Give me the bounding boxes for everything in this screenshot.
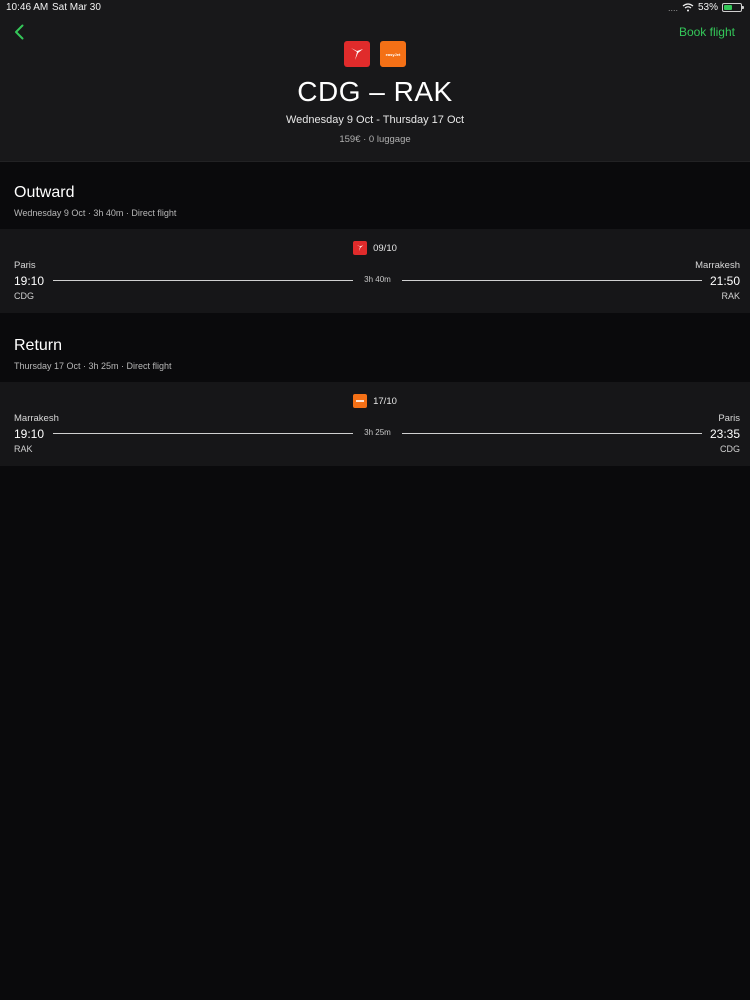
outward-subtitle: Wednesday 9 Oct · 3h 40m · Direct flight <box>14 208 177 218</box>
chevron-left-icon <box>15 24 24 40</box>
flight-detail-screen: Book flight easyJet CDG – RAK Wednesday … <box>0 0 750 1000</box>
return-title: Return <box>14 337 63 354</box>
battery-fill <box>724 5 732 10</box>
status-date: Sat Mar 30 <box>52 2 101 13</box>
outward-flight-card[interactable]: 09/10 Paris Marrakesh 19:10 3h 40m 21:50… <box>0 229 750 313</box>
wifi-icon <box>682 3 694 12</box>
easyjet-logo-text: easyJet <box>385 51 401 57</box>
airline-logo-orange <box>353 394 368 408</box>
departure-city: Paris <box>14 260 36 271</box>
route-line <box>53 280 353 281</box>
book-flight-button[interactable]: Book flight <box>679 25 735 39</box>
page-title: CDG – RAK <box>297 76 453 107</box>
route-line <box>402 280 702 281</box>
status-indicators: .... 53% <box>667 2 744 13</box>
signal-icon: .... <box>667 2 678 13</box>
arrival-city: Paris <box>718 413 740 424</box>
flight-duration: 3h 40m <box>364 275 391 284</box>
flight-date: 17/10 <box>373 395 397 407</box>
flight-date: 09/10 <box>373 242 397 254</box>
departure-city: Marrakesh <box>14 413 59 424</box>
trip-dates: Wednesday 9 Oct - Thursday 17 Oct <box>285 114 465 126</box>
battery-percent: 53% <box>697 2 718 13</box>
airline-logo-red <box>344 41 370 67</box>
flight-duration: 3h 25m <box>364 428 391 437</box>
airline-logo-orange: easyJet <box>380 41 406 67</box>
trip-price-luggage: 159€ · 0 luggage <box>339 134 411 145</box>
return-flight-card[interactable]: 17/10 Marrakesh Paris 19:10 3h 25m 23:35… <box>0 382 750 466</box>
status-bar: 10:46 AM Sat Mar 30 .... 53% <box>0 0 750 16</box>
arrival-time: 23:35 <box>709 427 740 441</box>
return-subtitle: Thursday 17 Oct · 3h 25m · Direct flight <box>14 361 172 371</box>
route-line <box>402 433 702 434</box>
departure-time: 19:10 <box>14 427 45 441</box>
airline-logo-red <box>353 241 368 255</box>
arrival-time: 21:50 <box>709 274 740 288</box>
battery-icon <box>722 3 744 12</box>
departure-time: 19:10 <box>14 274 45 288</box>
bird-icon <box>356 244 364 252</box>
flight-card-header: 09/10 <box>0 241 750 255</box>
back-button[interactable] <box>10 22 30 42</box>
arrival-airport-code: RAK <box>721 291 740 301</box>
departure-airport-code: CDG <box>14 291 34 301</box>
route-line <box>53 433 353 434</box>
bird-icon <box>351 48 363 60</box>
easyjet-logo-icon <box>356 400 365 402</box>
trip-header: Book flight easyJet CDG – RAK Wednesday … <box>0 0 750 162</box>
departure-airport-code: RAK <box>14 444 33 454</box>
status-time: 10:46 AM <box>6 2 49 13</box>
arrival-city: Marrakesh <box>695 260 740 271</box>
outward-title: Outward <box>14 184 75 201</box>
flight-card-header: 17/10 <box>0 394 750 408</box>
airline-logos: easyJet <box>0 41 750 67</box>
arrival-airport-code: CDG <box>720 444 740 454</box>
